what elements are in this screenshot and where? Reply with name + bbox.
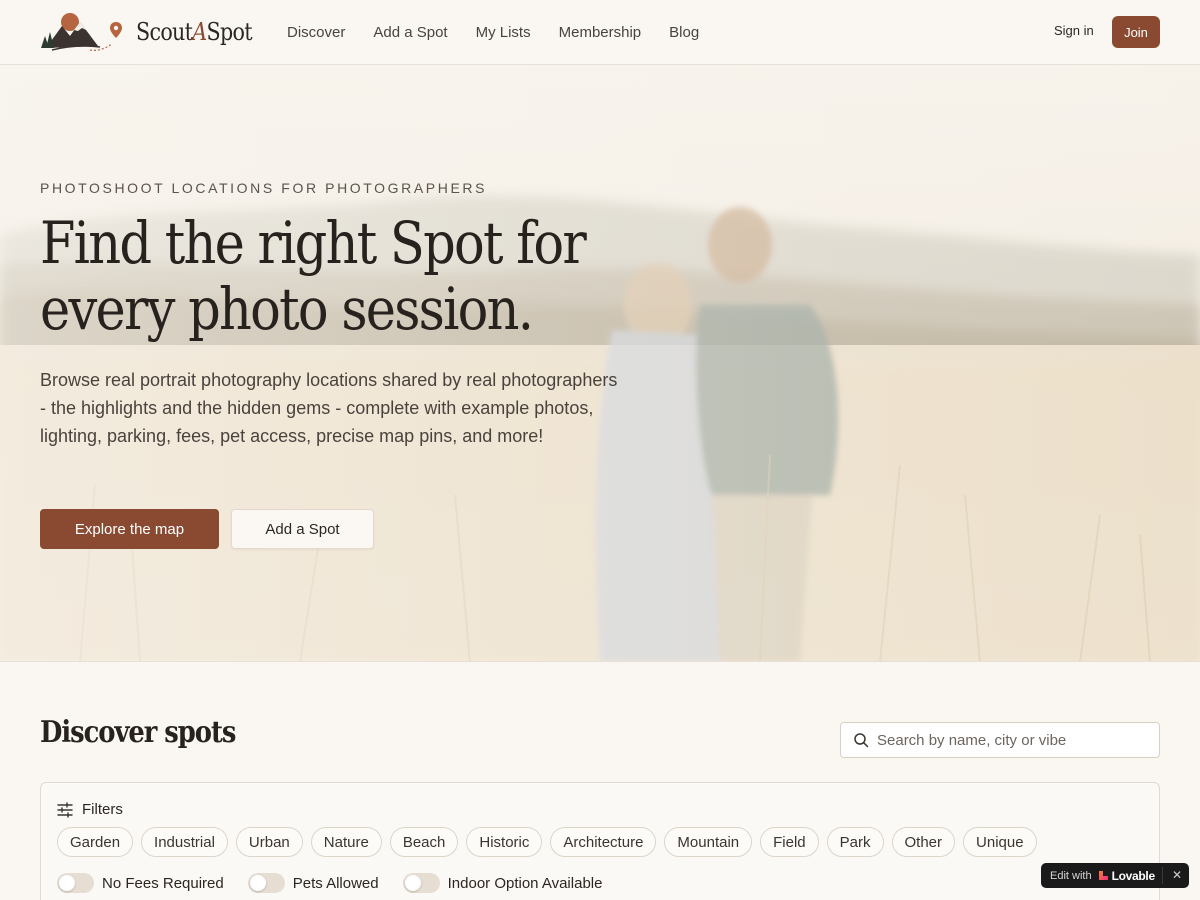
chip-industrial[interactable]: Industrial xyxy=(141,827,228,857)
toggle-no-fees[interactable]: No Fees Required xyxy=(57,873,224,893)
no-fees-label: No Fees Required xyxy=(102,874,224,892)
chip-architecture[interactable]: Architecture xyxy=(550,827,657,857)
switch-knob xyxy=(249,875,266,891)
logo-accent: A xyxy=(192,18,207,46)
chip-nature[interactable]: Nature xyxy=(310,827,382,857)
pets-allowed-label: Pets Allowed xyxy=(292,874,379,892)
chip-garden[interactable]: Garden xyxy=(57,827,134,857)
pets-allowed-switch[interactable] xyxy=(247,873,285,893)
join-button[interactable]: Join xyxy=(1112,16,1160,48)
logo-wordmark: ScoutASpot xyxy=(136,18,253,46)
nav-discover[interactable]: Discover xyxy=(287,24,345,41)
chip-unique[interactable]: Unique xyxy=(963,827,1037,857)
chip-field[interactable]: Field xyxy=(760,827,819,857)
badge-divider xyxy=(1162,867,1163,884)
switch-knob xyxy=(59,875,75,891)
nav-membership[interactable]: Membership xyxy=(559,24,642,41)
search-field[interactable] xyxy=(840,722,1160,758)
edit-with-lovable-badge[interactable]: Edit with Lovable ✕ xyxy=(1041,863,1189,888)
hero-headline: Find the right Spot for every photo sess… xyxy=(40,209,587,343)
add-spot-button[interactable]: Add a Spot xyxy=(231,509,374,549)
search-icon xyxy=(854,733,869,748)
chip-mountain[interactable]: Mountain xyxy=(664,827,753,857)
chip-historic[interactable]: Historic xyxy=(466,827,543,857)
hero-overlay xyxy=(0,65,1200,661)
chip-other[interactable]: Other xyxy=(891,827,956,857)
close-icon[interactable]: ✕ xyxy=(1172,868,1182,882)
nav-add-a-spot[interactable]: Add a Spot xyxy=(373,24,447,41)
discover-heading: Discover spots xyxy=(40,715,236,750)
main-nav: Discover Add a Spot My Lists Membership … xyxy=(287,0,699,64)
scoutaspot-logo[interactable]: ScoutASpot xyxy=(40,10,271,54)
switch-knob xyxy=(404,875,421,891)
chip-urban[interactable]: Urban xyxy=(235,827,303,857)
mountain-logo-icon xyxy=(41,13,122,51)
toggle-indoor-option[interactable]: Indoor Option Available xyxy=(402,873,603,893)
filters-panel: Filters Garden Industrial Urban Nature B… xyxy=(40,782,1160,900)
sign-in-link[interactable]: Sign in xyxy=(1054,23,1094,38)
hero-eyebrow: PHOTOSHOOT LOCATIONS FOR PHOTOGRAPHERS xyxy=(40,180,488,196)
indoor-option-switch[interactable] xyxy=(402,873,440,893)
toggle-pets-allowed[interactable]: Pets Allowed xyxy=(247,873,379,893)
nav-blog[interactable]: Blog xyxy=(669,24,699,41)
sliders-icon xyxy=(57,801,73,818)
badge-edit-text: Edit with xyxy=(1050,869,1092,882)
hero-section: PHOTOSHOOT LOCATIONS FOR PHOTOGRAPHERS F… xyxy=(0,65,1200,662)
search-input[interactable] xyxy=(877,731,1157,749)
logo-suffix: Spot xyxy=(206,18,253,46)
badge-brand: Lovable xyxy=(1111,868,1156,883)
explore-map-button[interactable]: Explore the map xyxy=(40,509,219,549)
top-navigation-bar: ScoutASpot Discover Add a Spot My Lists … xyxy=(0,0,1200,65)
chip-beach[interactable]: Beach xyxy=(389,827,459,857)
filters-header: Filters xyxy=(57,801,123,818)
no-fees-switch[interactable] xyxy=(57,873,94,893)
category-chips: Garden Industrial Urban Nature Beach His… xyxy=(57,827,1037,857)
filter-toggles: No Fees Required Pets Allowed Indoor Opt… xyxy=(57,873,626,893)
lovable-heart-icon xyxy=(1098,871,1108,880)
hero-description: Browse real portrait photography locatio… xyxy=(40,370,618,446)
logo-prefix: Scout xyxy=(136,18,193,46)
indoor-option-label: Indoor Option Available xyxy=(447,874,603,892)
chip-park[interactable]: Park xyxy=(826,827,884,857)
nav-my-lists[interactable]: My Lists xyxy=(476,24,531,41)
filters-label: Filters xyxy=(82,801,123,818)
